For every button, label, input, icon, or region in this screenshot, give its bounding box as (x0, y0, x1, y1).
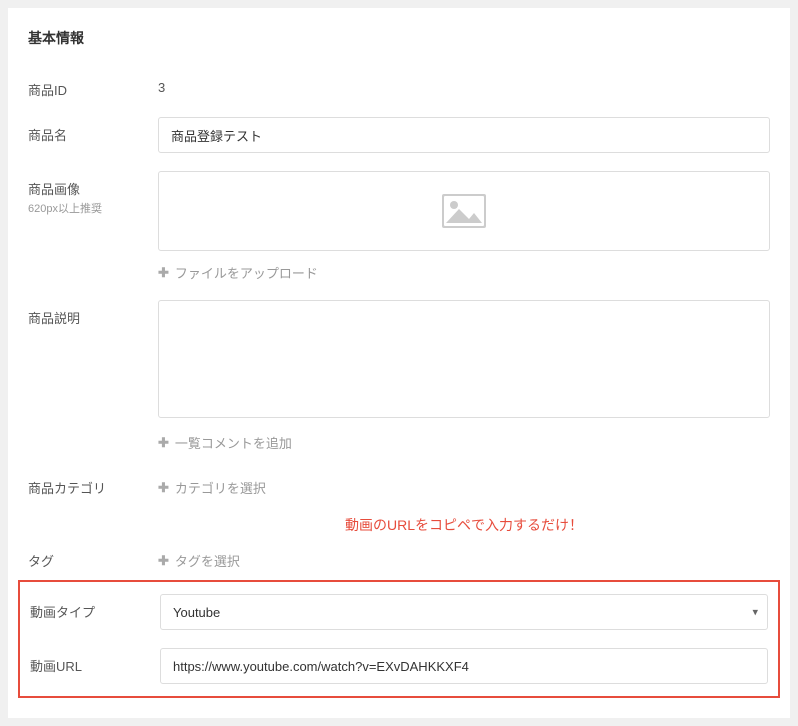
label-product-image-text: 商品画像 (28, 182, 80, 197)
textarea-product-description[interactable] (158, 300, 770, 418)
image-upload-box[interactable] (158, 171, 770, 251)
label-video-url: 動画URL (30, 648, 160, 675)
row-product-description: 商品説明 ✚ 一覧コメントを追加 (28, 300, 770, 452)
row-product-id: 商品ID 3 (28, 72, 770, 99)
label-product-name: 商品名 (28, 117, 158, 144)
plus-icon: ✚ (158, 480, 169, 496)
select-tag-link[interactable]: ✚ タグを選択 (158, 543, 770, 570)
basic-info-panel: 基本情報 商品ID 3 商品名 商品画像 620px以上推奨 (8, 8, 790, 718)
value-product-id: 3 (158, 72, 770, 95)
row-category: 商品カテゴリ ✚ カテゴリを選択 (28, 470, 770, 497)
label-category: 商品カテゴリ (28, 470, 158, 497)
row-video-url: 動画URL (30, 648, 768, 684)
input-product-name[interactable] (158, 117, 770, 153)
row-product-image: 商品画像 620px以上推奨 ✚ ファイルをアップロード (28, 171, 770, 282)
plus-icon: ✚ (158, 435, 169, 451)
select-tag-text: タグを選択 (175, 551, 240, 570)
label-product-description: 商品説明 (28, 300, 158, 327)
plus-icon: ✚ (158, 553, 169, 569)
select-video-type[interactable]: Youtube (160, 594, 768, 630)
video-highlight-box: 動画タイプ Youtube 動画URL (18, 580, 780, 698)
panel-title: 基本情報 (28, 28, 770, 48)
input-video-url[interactable] (160, 648, 768, 684)
label-tag: タグ (28, 543, 158, 570)
label-product-id: 商品ID (28, 72, 158, 99)
add-comment-link[interactable]: ✚ 一覧コメントを追加 (158, 433, 770, 452)
image-placeholder-icon (441, 193, 487, 229)
row-product-name: 商品名 (28, 117, 770, 153)
label-video-type: 動画タイプ (30, 594, 160, 621)
upload-file-link[interactable]: ✚ ファイルをアップロード (158, 263, 770, 282)
select-category-text: カテゴリを選択 (175, 478, 266, 497)
row-video-type: 動画タイプ Youtube (30, 594, 768, 630)
row-tag: タグ ✚ タグを選択 (28, 543, 770, 570)
annotation-text: 動画のURLをコピペで入力するだけ！ (28, 515, 770, 535)
plus-icon: ✚ (158, 265, 169, 281)
upload-file-text: ファイルをアップロード (175, 263, 318, 282)
select-category-link[interactable]: ✚ カテゴリを選択 (158, 470, 770, 497)
label-product-image: 商品画像 620px以上推奨 (28, 171, 158, 216)
label-product-image-sub: 620px以上推奨 (28, 200, 158, 216)
add-comment-text: 一覧コメントを追加 (175, 433, 292, 452)
